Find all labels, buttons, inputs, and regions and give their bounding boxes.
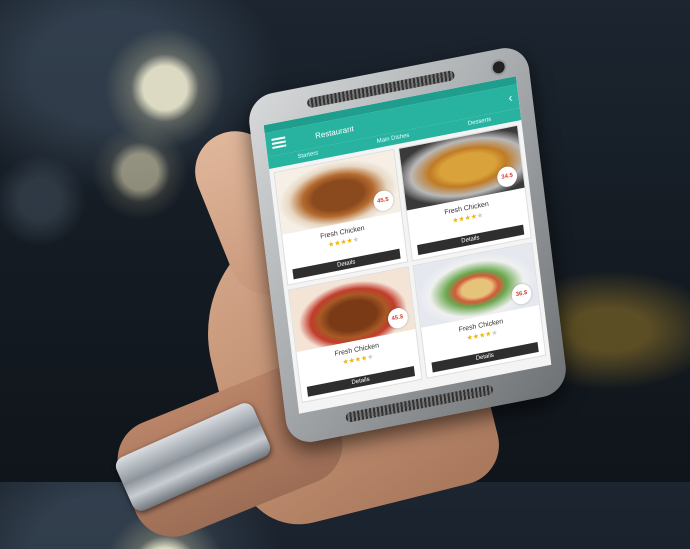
details-button[interactable]: Details: [306, 366, 415, 397]
phone-screen: Restaurant ‹ Starters Main Dishes Desser…: [263, 76, 552, 414]
photo-scene: Restaurant ‹ Starters Main Dishes Desser…: [0, 0, 690, 549]
smartphone: Restaurant ‹ Starters Main Dishes Desser…: [246, 43, 569, 447]
price-badge: 45.$: [386, 306, 409, 331]
price-badge: 45.$: [371, 189, 395, 213]
food-card[interactable]: 45.$ Fresh Chicken ★★★★★ Details: [273, 148, 408, 286]
price-badge: 34.$: [496, 164, 519, 189]
details-button[interactable]: Details: [430, 341, 539, 373]
hamburger-menu-icon[interactable]: [271, 136, 287, 149]
price-badge: 36.$: [510, 282, 533, 306]
front-camera: [489, 57, 508, 77]
food-card[interactable]: 36.$ Fresh Chicken ★★★★★ Details: [412, 242, 547, 379]
food-card[interactable]: 45.$ Fresh Chicken ★★★★★ Details: [287, 266, 423, 404]
back-chevron-icon[interactable]: ‹: [508, 90, 514, 105]
food-card[interactable]: 34.$ Fresh Chicken ★★★★★ Details: [397, 124, 532, 262]
food-grid: 45.$ Fresh Chicken ★★★★★ Details 34.$ Fr…: [269, 120, 551, 408]
